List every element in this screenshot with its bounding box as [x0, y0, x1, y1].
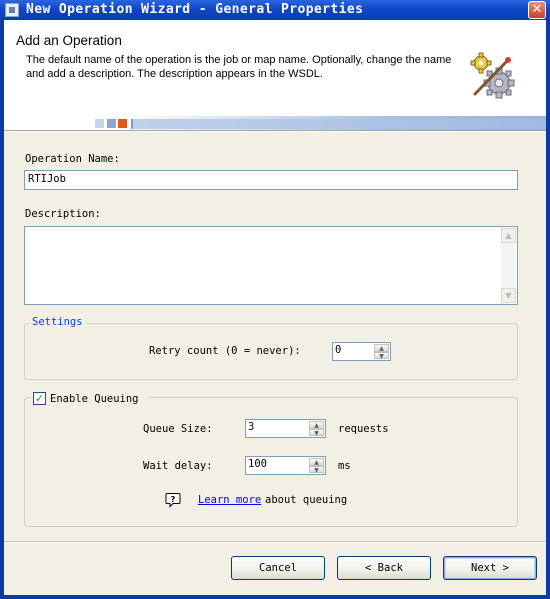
wait-delay-label: Wait delay: — [143, 460, 213, 472]
description-scrollbar[interactable]: ▲ ▼ — [501, 228, 516, 303]
header-band — [4, 116, 546, 130]
wizard-header: Add an Operation The default name of the… — [4, 20, 546, 130]
title-bar[interactable]: New Operation Wizard - General Propertie… — [0, 0, 550, 20]
operation-name-label: Operation Name: — [25, 153, 120, 165]
spin-up-icon[interactable]: ▲ — [309, 421, 324, 429]
scroll-down-icon[interactable]: ▼ — [501, 288, 516, 303]
queue-size-spinner[interactable]: 3 ▲ ▼ — [245, 419, 326, 438]
queue-size-label: Queue Size: — [143, 423, 213, 435]
learn-more-suffix: about queuing — [265, 494, 348, 506]
queue-size-value[interactable]: 3 — [248, 421, 254, 433]
help-icon: ? — [165, 493, 181, 508]
decor-rule — [131, 119, 546, 129]
spin-down-icon[interactable]: ▼ — [309, 428, 324, 436]
enable-queuing-label: Enable Queuing — [50, 393, 139, 405]
page-title: Add an Operation — [16, 33, 122, 48]
back-button[interactable]: < Back — [337, 556, 431, 580]
description-textarea[interactable]: ▲ ▼ — [24, 226, 518, 305]
description-label: Description: — [25, 208, 101, 220]
scroll-up-icon[interactable]: ▲ — [501, 228, 516, 243]
close-button[interactable]: ✕ — [528, 1, 546, 19]
settings-legend: Settings — [29, 316, 86, 328]
header-separator — [4, 130, 546, 132]
wait-delay-value[interactable]: 100 — [248, 458, 267, 470]
decor-square — [95, 119, 104, 128]
window-title: New Operation Wizard - General Propertie… — [26, 2, 364, 17]
spin-down-icon[interactable]: ▼ — [309, 465, 324, 473]
spin-down-icon[interactable]: ▼ — [374, 351, 389, 359]
wizard-window: New Operation Wizard - General Propertie… — [0, 0, 550, 599]
dialog-client: Add an Operation The default name of the… — [4, 20, 546, 595]
wait-delay-spinner[interactable]: 100 ▲ ▼ — [245, 456, 326, 475]
footer-separator — [4, 541, 546, 543]
decor-square — [118, 119, 127, 128]
enable-queuing-toggle[interactable]: ✓ Enable Queuing — [31, 390, 148, 406]
queue-size-unit: requests — [338, 423, 389, 435]
next-button[interactable]: Next > — [443, 556, 537, 580]
wait-delay-unit: ms — [338, 460, 351, 472]
decor-square — [107, 119, 116, 128]
wizard-gears-icon — [470, 52, 515, 99]
cancel-button[interactable]: Cancel — [231, 556, 325, 580]
retry-count-spinner[interactable]: 0 ▲ ▼ — [332, 342, 391, 361]
operation-name-input[interactable]: RTIJob — [24, 170, 518, 190]
learn-more-link[interactable]: Learn more — [198, 494, 261, 506]
svg-text:?: ? — [171, 495, 176, 504]
enable-queuing-checkbox[interactable]: ✓ — [33, 392, 46, 405]
retry-count-value[interactable]: 0 — [335, 344, 341, 356]
retry-count-label: Retry count (0 = never): — [149, 345, 301, 357]
page-description: The default name of the operation is the… — [26, 54, 452, 80]
spin-up-icon[interactable]: ▲ — [309, 458, 324, 466]
app-icon — [5, 3, 19, 17]
spin-up-icon[interactable]: ▲ — [374, 344, 389, 352]
